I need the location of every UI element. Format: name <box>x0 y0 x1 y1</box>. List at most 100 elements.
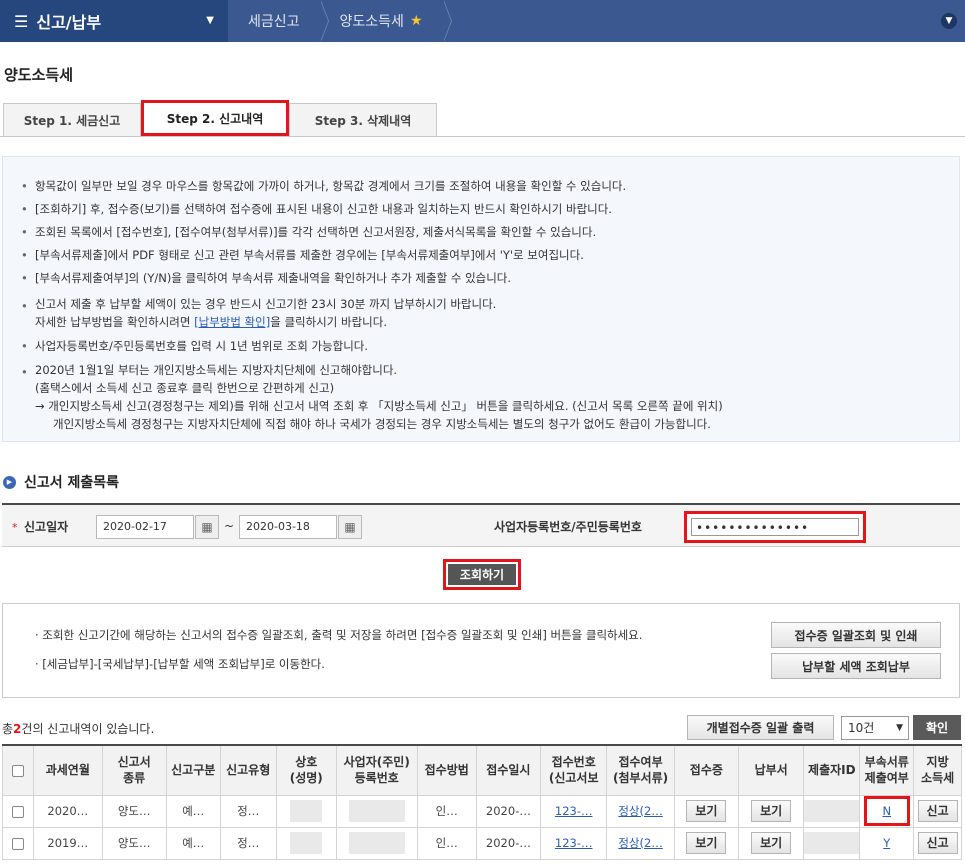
page-title: 양도소득세 <box>4 66 74 84</box>
batch-receipt-button[interactable]: 접수증 일괄조회 및 인쇄 <box>771 622 941 648</box>
pay-tax-button[interactable]: 납부할 세액 조회납부 <box>771 653 941 679</box>
attachment-status-link[interactable]: Y <box>883 836 890 850</box>
date-range-tilde: ~ <box>224 519 235 533</box>
main-menu-button[interactable]: ☰ 신고/납부 ▼ <box>0 0 228 42</box>
menu-title: 신고/납부 <box>36 13 102 32</box>
notice-line: · 조회한 신고기간에 해당하는 신고서의 접수증 일괄조회, 출력 및 저장을… <box>35 628 643 642</box>
cell-id-masked <box>335 794 418 828</box>
cell-name-masked <box>275 826 337 860</box>
cell-submitter-masked <box>803 794 861 828</box>
info-box: • 항목값이 일부만 보일 경우 마우스를 항목값에 가까이 하거나, 항목값 경… <box>2 156 960 442</box>
date-to-input[interactable]: 2020-03-18 <box>239 515 337 539</box>
cell-datetime: 2020-… <box>475 794 542 828</box>
view-bill-button[interactable]: 보기 <box>751 800 792 822</box>
result-count: 총2건의 신고내역이 있습니다. <box>2 722 155 736</box>
column-header: 부속서류 제출여부 <box>859 744 915 796</box>
breadcrumb-label: 양도소득세 <box>339 14 404 30</box>
cell-submitter-masked <box>803 826 861 860</box>
section-title: ▶ 신고서 제출목록 <box>3 472 119 492</box>
attachment-highlight: N <box>863 796 910 826</box>
cell-method: 인… <box>416 794 477 828</box>
caret-down-icon: ▼ <box>206 15 214 26</box>
table-header-row: 과세연월 신고서 종류 신고구분 신고유형 상호 (성명) 사업자(주민) 등록… <box>1 744 962 796</box>
cell-method: 인… <box>416 826 477 860</box>
cell-kind: 양도… <box>101 794 167 828</box>
row-checkbox[interactable] <box>12 837 25 850</box>
column-header: 신고구분 <box>165 744 221 796</box>
table-row: 2019… 양도… 예… 정… 인… 2020-… 123-… 정상(2… 보기… <box>1 826 962 860</box>
info-item: • 사업자등록번호/주민등록번호를 입력 시 1년 범위로 조회 가능합니다. <box>21 339 369 353</box>
info-item: • 항목값이 일부만 보일 경우 마우스를 항목값에 가까이 하거나, 항목값 경… <box>21 179 627 193</box>
info-item: • [부속서류제출]에서 PDF 형태로 신고 관련 부속서류를 제출한 경우에는… <box>21 248 584 262</box>
search-button[interactable]: 조회하기 <box>446 562 518 587</box>
breadcrumb-label: 세금신고 <box>248 14 300 30</box>
cell-division: 예… <box>165 794 221 828</box>
chevron-down-icon[interactable]: ▼ <box>941 13 957 29</box>
tab-step1[interactable]: Step 1. 세금신고 <box>3 103 141 136</box>
row-checkbox[interactable] <box>12 805 25 818</box>
step-tabs: Step 1. 세금신고 Step 2. 신고내역 Step 3. 삭제내역 <box>3 100 437 136</box>
calendar-icon[interactable]: ▦ <box>338 515 362 539</box>
local-tax-report-button[interactable]: 신고 <box>917 800 958 822</box>
receipt-status-link[interactable]: 정상(2… <box>618 804 662 818</box>
search-form: * 신고일자 2020-02-17 ▦ ~ 2020-03-18 ▦ 사업자등록… <box>2 503 960 547</box>
view-receipt-button[interactable]: 보기 <box>686 800 727 822</box>
search-button-highlight: 조회하기 <box>443 559 521 590</box>
cell-kind: 양도… <box>101 826 167 860</box>
view-receipt-button[interactable]: 보기 <box>686 832 727 854</box>
confirm-button[interactable]: 확인 <box>913 715 961 740</box>
column-header: 신고서 종류 <box>101 744 167 796</box>
print-receipts-button[interactable]: 개별접수증 일괄 출력 <box>687 715 834 740</box>
biz-number-label: 사업자등록번호/주민등록번호 <box>494 520 642 534</box>
column-header: 접수방법 <box>416 744 477 796</box>
payment-method-link[interactable]: [납부방법 확인] <box>194 315 270 329</box>
cell-type: 정… <box>219 826 277 860</box>
column-header: 접수증 <box>673 744 740 796</box>
breadcrumb-capital-gains[interactable]: 양도소득세 ★ <box>320 0 452 42</box>
cell-period: 2020… <box>33 794 103 828</box>
cell-name-masked <box>275 794 337 828</box>
section-bullet-icon: ▶ <box>3 475 16 489</box>
required-mark: * <box>12 521 18 534</box>
select-all-checkbox[interactable] <box>12 764 25 777</box>
select-all-header <box>1 744 35 796</box>
page-size-select[interactable]: 10건 ▼ <box>841 716 909 740</box>
tab-divider <box>0 136 965 137</box>
receipt-number-link[interactable]: 123-… <box>555 804 593 818</box>
column-header: 접수번호 (신고서보 <box>540 744 608 796</box>
column-header: 신고유형 <box>219 744 277 796</box>
breadcrumb-tax-report[interactable]: 세금신고 <box>228 0 329 42</box>
cell-id-masked <box>335 826 418 860</box>
report-table: 과세연월 신고서 종류 신고구분 신고유형 상호 (성명) 사업자(주민) 등록… <box>1 744 962 860</box>
date-from-input[interactable]: 2020-02-17 <box>96 515 194 539</box>
date-label: 신고일자 <box>24 520 69 534</box>
column-header: 제출자ID <box>803 744 861 796</box>
tab-step2[interactable]: Step 2. 신고내역 <box>141 100 289 136</box>
tab-step3[interactable]: Step 3. 삭제내역 <box>289 103 437 136</box>
column-header: 사업자(주민) 등록번호 <box>335 744 418 796</box>
cell-period: 2019… <box>33 826 103 860</box>
cell-datetime: 2020-… <box>475 826 542 860</box>
column-header: 과세연월 <box>33 744 103 796</box>
cell-type: 정… <box>219 794 277 828</box>
local-tax-report-button[interactable]: 신고 <box>917 832 958 854</box>
top-navigation-bar: ☰ 신고/납부 ▼ 세금신고 양도소득세 ★ ▼ <box>0 0 965 42</box>
cell-division: 예… <box>165 826 221 860</box>
receipt-status-link[interactable]: 정상(2… <box>618 836 662 850</box>
info-item: • [조회하기] 후, 접수증(보기)를 선택하여 접수증에 표시된 내용이 신고… <box>21 202 612 216</box>
notice-line: · [세금납부]-[국세납부]-[납부할 세액 조회납부]로 이동한다. <box>35 657 325 671</box>
calendar-icon[interactable]: ▦ <box>195 515 219 539</box>
biz-number-input[interactable]: •••••••••••••• <box>691 518 859 536</box>
column-header: 접수일시 <box>475 744 542 796</box>
dropdown-arrow-icon: ▼ <box>896 723 903 733</box>
info-item: • [부속서류제출여부]의 (Y/N)을 클릭하여 부속서류 제출내역을 확인하거… <box>21 271 512 285</box>
info-item: • 2020년 1월1일 부터는 개인지방소득세는 지방자치단체에 신고해야합니… <box>21 363 723 431</box>
table-row: 2020… 양도… 예… 정… 인… 2020-… 123-… 정상(2… 보기… <box>1 794 962 828</box>
column-header: 지방 소득세 <box>913 744 962 796</box>
receipt-number-link[interactable]: 123-… <box>555 836 593 850</box>
hamburger-icon: ☰ <box>14 11 29 31</box>
attachment-status-link[interactable]: N <box>882 804 891 818</box>
star-icon[interactable]: ★ <box>410 13 423 29</box>
view-bill-button[interactable]: 보기 <box>751 832 792 854</box>
biz-number-highlight: •••••••••••••• <box>684 511 866 543</box>
